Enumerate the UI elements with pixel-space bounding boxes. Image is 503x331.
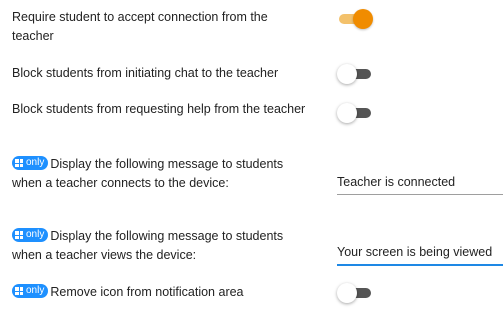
- windows-only-badge: only: [12, 284, 49, 298]
- badge-text: only: [26, 285, 45, 296]
- block-help-toggle[interactable]: [337, 103, 373, 123]
- windows-only-badge: only: [12, 156, 49, 170]
- toggle-thumb: [353, 9, 373, 29]
- windows-logo-icon: [15, 159, 23, 167]
- block-chat-label: Block students from initiating chat to t…: [12, 66, 279, 80]
- remove-icon-text: Remove icon from notification area: [50, 285, 244, 299]
- badge-text: only: [26, 229, 45, 240]
- view-message-input[interactable]: [337, 240, 503, 266]
- view-message-label: only Display the following message to stu…: [12, 227, 312, 265]
- badge-text: only: [26, 157, 45, 168]
- connect-message-text: Display the following message to student…: [12, 157, 284, 190]
- toggle-thumb: [337, 283, 357, 303]
- require-accept-toggle[interactable]: [337, 9, 373, 29]
- view-message-text: Display the following message to student…: [12, 229, 284, 262]
- toggle-thumb: [337, 64, 357, 84]
- remove-icon-toggle[interactable]: [337, 283, 373, 303]
- block-chat-toggle[interactable]: [337, 64, 373, 84]
- windows-logo-icon: [15, 231, 23, 239]
- windows-logo-icon: [15, 287, 23, 295]
- connect-message-input[interactable]: [337, 170, 503, 195]
- windows-only-badge: only: [12, 228, 49, 242]
- block-help-label: Block students from requesting help from…: [12, 102, 306, 116]
- toggle-thumb: [337, 103, 357, 123]
- connect-message-label: only Display the following message to stu…: [12, 155, 312, 193]
- require-accept-label: Require student to accept connection fro…: [12, 10, 268, 43]
- remove-icon-label: only Remove icon from notification area: [12, 283, 312, 302]
